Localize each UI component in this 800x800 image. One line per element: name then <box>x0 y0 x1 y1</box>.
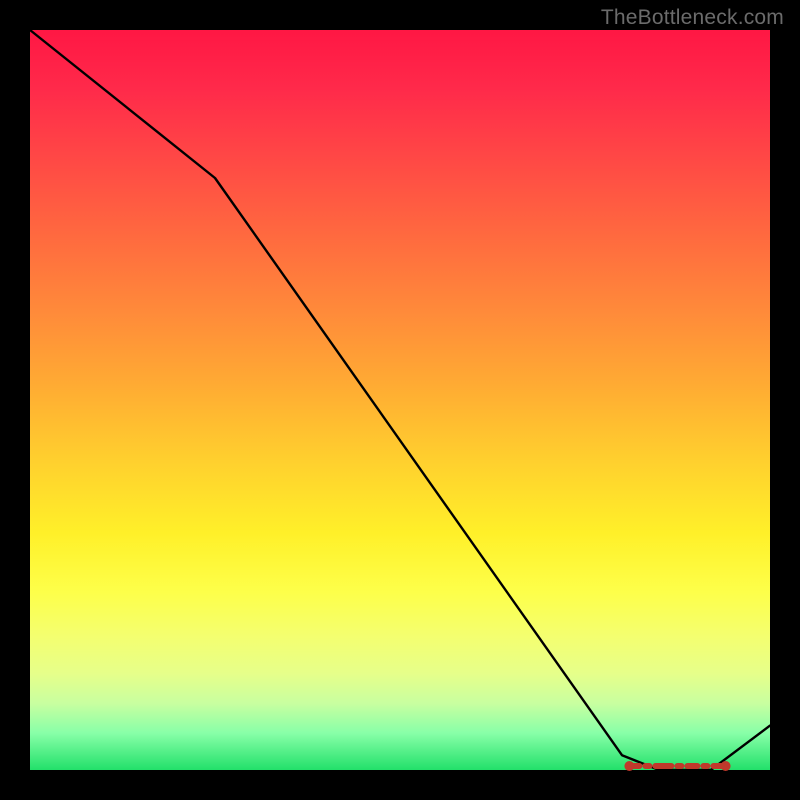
chart-plot-area <box>30 30 770 770</box>
chart-svg <box>30 30 770 770</box>
chart-line-series <box>30 30 770 770</box>
chart-stage: TheBottleneck.com <box>0 0 800 800</box>
attribution-label: TheBottleneck.com <box>601 6 784 30</box>
